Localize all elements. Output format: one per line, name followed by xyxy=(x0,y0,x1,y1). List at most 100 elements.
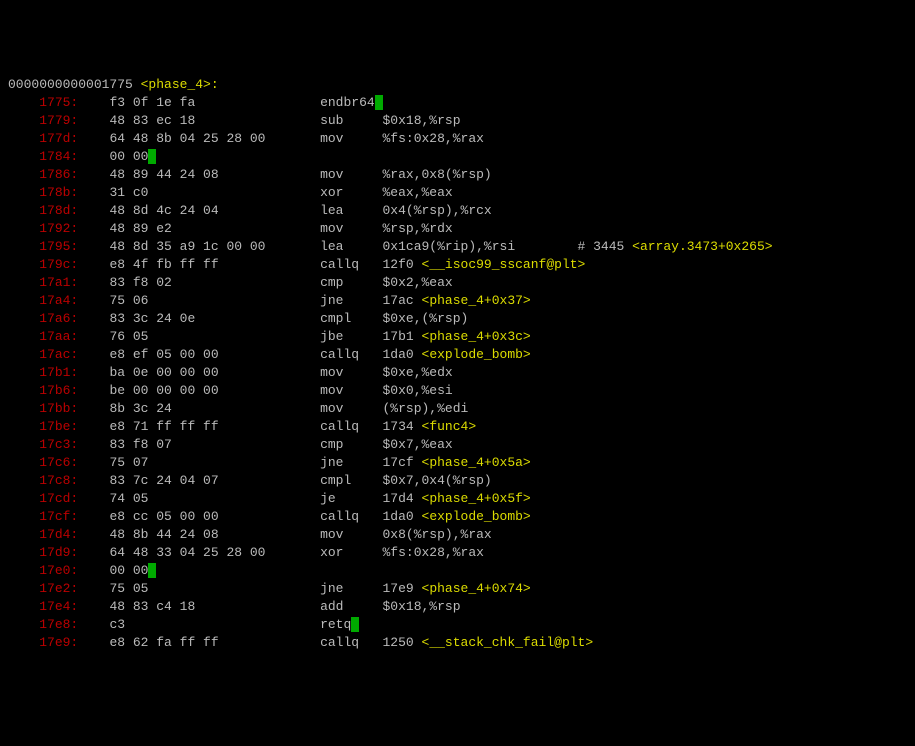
asm-address: 177d: xyxy=(39,131,109,146)
asm-hex: 64 48 8b 04 25 28 00 xyxy=(109,131,320,146)
asm-line: 17a4: 75 06 jne 17ac <phase_4+0x37> xyxy=(8,292,907,310)
asm-mnemonic: callq xyxy=(320,419,382,434)
asm-mnemonic: xor xyxy=(320,545,382,560)
asm-mnemonic: cmpl xyxy=(320,311,382,326)
asm-address: 178b: xyxy=(39,185,109,200)
asm-line: 17e2: 75 05 jne 17e9 <phase_4+0x74> xyxy=(8,580,907,598)
asm-hex: 83 f8 02 xyxy=(109,275,320,290)
asm-symbol: <__stack_chk_fail@plt> xyxy=(422,635,594,650)
asm-line: 17bb: 8b 3c 24 mov (%rsp),%edi xyxy=(8,400,907,418)
asm-line: 17b6: be 00 00 00 00 mov $0x0,%esi xyxy=(8,382,907,400)
asm-symbol: <array.3473+0x265> xyxy=(632,239,772,254)
asm-line: 17a1: 83 f8 02 cmp $0x2,%eax xyxy=(8,274,907,292)
asm-symbol: <phase_4+0x37> xyxy=(422,293,531,308)
asm-address: 17e2: xyxy=(39,581,109,596)
asm-hex: 48 89 44 24 08 xyxy=(109,167,320,182)
asm-operands: %rax,0x8(%rsp) xyxy=(383,167,492,182)
asm-symbol: <__isoc99_sscanf@plt> xyxy=(422,257,586,272)
asm-operands: 1734 xyxy=(383,419,422,434)
asm-hex: e8 ef 05 00 00 xyxy=(109,347,320,362)
asm-line: 178d: 48 8d 4c 24 04 lea 0x4(%rsp),%rcx xyxy=(8,202,907,220)
asm-hex: e8 71 ff ff ff xyxy=(109,419,320,434)
asm-operands: 12f0 xyxy=(383,257,422,272)
asm-operands: %fs:0x28,%rax xyxy=(383,545,484,560)
asm-hex: 83 f8 07 xyxy=(109,437,320,452)
asm-operands: $0x0,%esi xyxy=(383,383,453,398)
asm-hex: f3 0f 1e fa xyxy=(109,95,320,110)
asm-operands: 1da0 xyxy=(383,509,422,524)
asm-operands: %rsp,%rdx xyxy=(383,221,453,236)
function-label: <phase_4>: xyxy=(141,77,219,92)
asm-hex: 64 48 33 04 25 28 00 xyxy=(109,545,320,560)
asm-line: 17e0: 00 00 xyxy=(8,562,907,580)
asm-hex: 31 c0 xyxy=(109,185,320,200)
asm-symbol: <phase_4+0x5a> xyxy=(422,455,531,470)
asm-line: 17aa: 76 05 jbe 17b1 <phase_4+0x3c> xyxy=(8,328,907,346)
asm-mnemonic: je xyxy=(320,491,382,506)
asm-symbol: <phase_4+0x5f> xyxy=(422,491,531,506)
asm-hex: 48 8d 4c 24 04 xyxy=(109,203,320,218)
asm-address: 17a4: xyxy=(39,293,109,308)
asm-address: 1775: xyxy=(39,95,109,110)
asm-address: 1784: xyxy=(39,149,109,164)
asm-address: 17ac: xyxy=(39,347,109,362)
asm-line: 17cd: 74 05 je 17d4 <phase_4+0x5f> xyxy=(8,490,907,508)
highlight-block xyxy=(375,95,383,110)
asm-operands: 0x1ca9(%rip),%rsi # 3445 xyxy=(383,239,633,254)
function-header: 0000000000001775 <phase_4>: xyxy=(8,76,907,94)
asm-mnemonic: mov xyxy=(320,167,382,182)
asm-hex: 75 06 xyxy=(109,293,320,308)
asm-line: 17ac: e8 ef 05 00 00 callq 1da0 <explode… xyxy=(8,346,907,364)
asm-mnemonic: cmp xyxy=(320,275,382,290)
asm-address: 17be: xyxy=(39,419,109,434)
asm-address: 17cf: xyxy=(39,509,109,524)
asm-line: 17e4: 48 83 c4 18 add $0x18,%rsp xyxy=(8,598,907,616)
asm-address: 17a6: xyxy=(39,311,109,326)
asm-operands: (%rsp),%edi xyxy=(383,401,469,416)
asm-line: 179c: e8 4f fb ff ff callq 12f0 <__isoc9… xyxy=(8,256,907,274)
asm-line: 17c8: 83 7c 24 04 07 cmpl $0x7,0x4(%rsp) xyxy=(8,472,907,490)
asm-address: 17cd: xyxy=(39,491,109,506)
asm-symbol: <explode_bomb> xyxy=(422,509,531,524)
asm-mnemonic: mov xyxy=(320,365,382,380)
asm-operands: 0x8(%rsp),%rax xyxy=(383,527,492,542)
asm-address: 17c8: xyxy=(39,473,109,488)
asm-line: 17b1: ba 0e 00 00 00 mov $0xe,%edx xyxy=(8,364,907,382)
asm-symbol: <phase_4+0x3c> xyxy=(422,329,531,344)
asm-mnemonic: mov xyxy=(320,527,382,542)
asm-mnemonic: endbr64 xyxy=(320,95,375,110)
asm-hex: 83 7c 24 04 07 xyxy=(109,473,320,488)
asm-operands: $0x18,%rsp xyxy=(383,599,461,614)
asm-address: 17e8: xyxy=(39,617,109,632)
asm-address: 17e4: xyxy=(39,599,109,614)
asm-mnemonic: retq xyxy=(320,617,351,632)
asm-line: 17cf: e8 cc 05 00 00 callq 1da0 <explode… xyxy=(8,508,907,526)
asm-hex: 00 00 xyxy=(109,149,148,164)
asm-operands: 0x4(%rsp),%rcx xyxy=(383,203,492,218)
asm-mnemonic: jbe xyxy=(320,329,382,344)
asm-hex: e8 cc 05 00 00 xyxy=(109,509,320,524)
header-address: 0000000000001775 xyxy=(8,77,141,92)
asm-operands: $0x7,%eax xyxy=(383,437,453,452)
asm-address: 179c: xyxy=(39,257,109,272)
asm-hex: 75 07 xyxy=(109,455,320,470)
asm-line: 17c3: 83 f8 07 cmp $0x7,%eax xyxy=(8,436,907,454)
asm-line: 17e8: c3 retq xyxy=(8,616,907,634)
asm-address: 17bb: xyxy=(39,401,109,416)
asm-address: 17c6: xyxy=(39,455,109,470)
asm-mnemonic: lea xyxy=(320,203,382,218)
asm-hex: 83 3c 24 0e xyxy=(109,311,320,326)
asm-mnemonic: lea xyxy=(320,239,382,254)
asm-mnemonic: mov xyxy=(320,383,382,398)
asm-operands: $0x2,%eax xyxy=(383,275,453,290)
asm-mnemonic: jne xyxy=(320,455,382,470)
asm-address: 1786: xyxy=(39,167,109,182)
asm-operands: $0x7,0x4(%rsp) xyxy=(383,473,492,488)
asm-address: 17a1: xyxy=(39,275,109,290)
asm-hex: 8b 3c 24 xyxy=(109,401,320,416)
asm-mnemonic: cmp xyxy=(320,437,382,452)
asm-line: 1786: 48 89 44 24 08 mov %rax,0x8(%rsp) xyxy=(8,166,907,184)
asm-operands: 1da0 xyxy=(383,347,422,362)
asm-line: 1779: 48 83 ec 18 sub $0x18,%rsp xyxy=(8,112,907,130)
asm-hex: 48 83 ec 18 xyxy=(109,113,320,128)
